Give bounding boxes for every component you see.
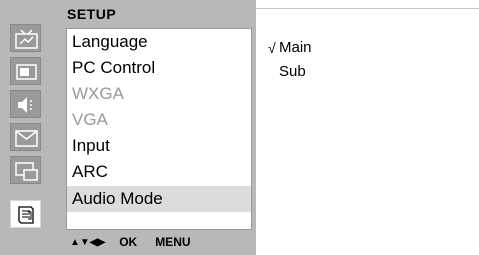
- menu-item-language[interactable]: Language: [67, 29, 251, 55]
- option-sub[interactable]: Sub: [268, 60, 312, 84]
- setup-document-icon[interactable]: [10, 200, 41, 228]
- menu-item-audio-mode[interactable]: Audio Mode: [67, 186, 251, 212]
- screen-icon[interactable]: [10, 57, 41, 85]
- menu-item-pc-control[interactable]: PC Control: [67, 55, 251, 81]
- ok-hint: OK: [119, 235, 138, 249]
- setup-menu-list: Language PC Control WXGA VGA Input ARC A…: [66, 28, 252, 230]
- checkmark-icon: √: [268, 40, 276, 56]
- menu-hint: MENU: [155, 235, 191, 249]
- pip-icon[interactable]: [10, 156, 41, 184]
- navigation-hint: ▲▼◀▶ OK MENU: [70, 233, 191, 251]
- menu-item-vga: VGA: [72, 110, 108, 129]
- osd-menu-panel: SETUP Language PC Control WXGA VGA Input…: [0, 0, 256, 255]
- option-main[interactable]: √ Main: [268, 36, 312, 60]
- option-label: Sub: [279, 63, 306, 80]
- envelope-icon[interactable]: [10, 123, 41, 151]
- option-label: Main: [279, 39, 312, 56]
- menu-item-input[interactable]: Input: [67, 133, 251, 159]
- audio-mode-options: √ Main Sub: [268, 36, 312, 84]
- menu-item-arc[interactable]: ARC: [67, 159, 251, 185]
- menu-title: SETUP: [67, 6, 117, 22]
- arrow-keys-icon: ▲▼◀▶: [70, 236, 106, 248]
- tv-picture-icon[interactable]: [10, 24, 41, 52]
- menu-item-wxga: WXGA: [72, 84, 124, 103]
- header-divider: [256, 8, 479, 9]
- speaker-icon[interactable]: [10, 90, 41, 118]
